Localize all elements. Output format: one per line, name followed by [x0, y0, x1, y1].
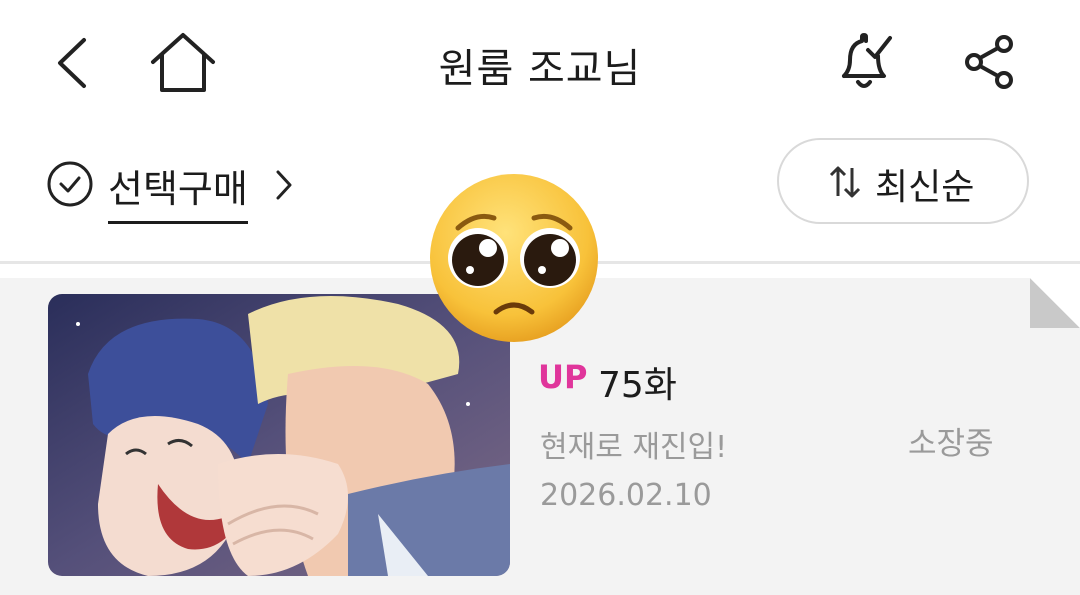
- chevron-right-icon: [276, 170, 292, 200]
- check-circle-icon: [47, 161, 93, 207]
- sort-label: 최신순: [875, 167, 975, 208]
- episode-title: 현재로 재진입!: [540, 430, 728, 465]
- episode-number: 75화: [598, 365, 677, 406]
- pleading-face-emoji: [430, 174, 598, 342]
- sort-arrows-icon: [829, 166, 861, 198]
- page-title: 원룸 조교님: [438, 46, 642, 92]
- bell-check-icon[interactable]: [832, 30, 896, 94]
- top-bar: 원룸 조교님: [0, 0, 1080, 125]
- corner-fold-icon: [1030, 278, 1080, 328]
- share-icon[interactable]: [962, 34, 1016, 90]
- select-purchase-label: 선택구매: [108, 158, 248, 224]
- sort-button[interactable]: 최신순: [777, 138, 1029, 224]
- update-badge: UP: [538, 358, 588, 396]
- episode-date: 2026.02.10: [540, 478, 712, 513]
- owned-status: 소장중: [908, 426, 994, 462]
